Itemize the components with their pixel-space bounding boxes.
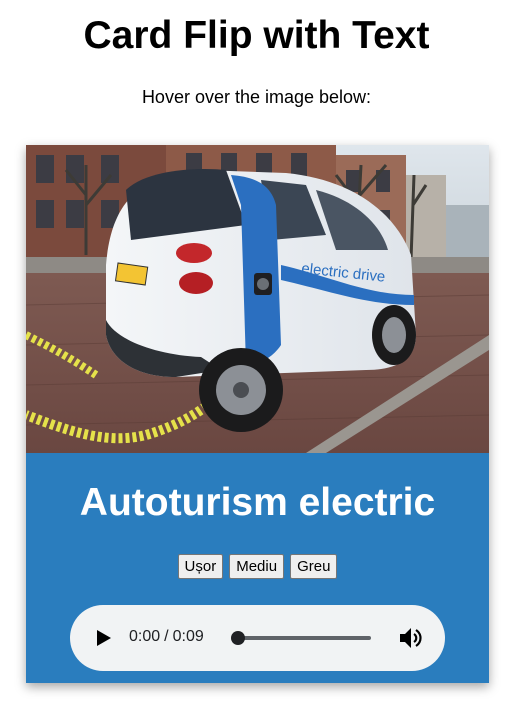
duration: 0:09 (172, 628, 204, 645)
card-info-panel: Autoturism electric Ușor Mediu Greu 0:00… (26, 453, 489, 683)
instruction-text: Hover over the image below: (141, 87, 372, 107)
time-display: 0:00/0:09 (129, 628, 204, 646)
medium-button[interactable]: Mediu (229, 554, 285, 579)
easy-button[interactable]: Ușor (177, 554, 224, 579)
audio-player: 0:00/0:09 (70, 605, 445, 671)
card-title: Autoturism electric (79, 481, 436, 524)
volume-icon[interactable] (398, 626, 424, 650)
page-title: Card Flip with Text (83, 14, 430, 57)
car-photo: electric drive (26, 145, 489, 453)
current-time: 0:00 (129, 628, 161, 645)
flip-card[interactable]: electric drive Autoturism electric Ușor … (26, 145, 489, 683)
hard-button[interactable]: Greu (290, 554, 338, 579)
difficulty-button-group: Ușor Mediu Greu (26, 554, 489, 579)
progress-thumb[interactable] (231, 631, 245, 645)
progress-bar[interactable] (238, 636, 371, 640)
time-separator: / (164, 628, 169, 645)
play-icon[interactable] (96, 629, 112, 647)
